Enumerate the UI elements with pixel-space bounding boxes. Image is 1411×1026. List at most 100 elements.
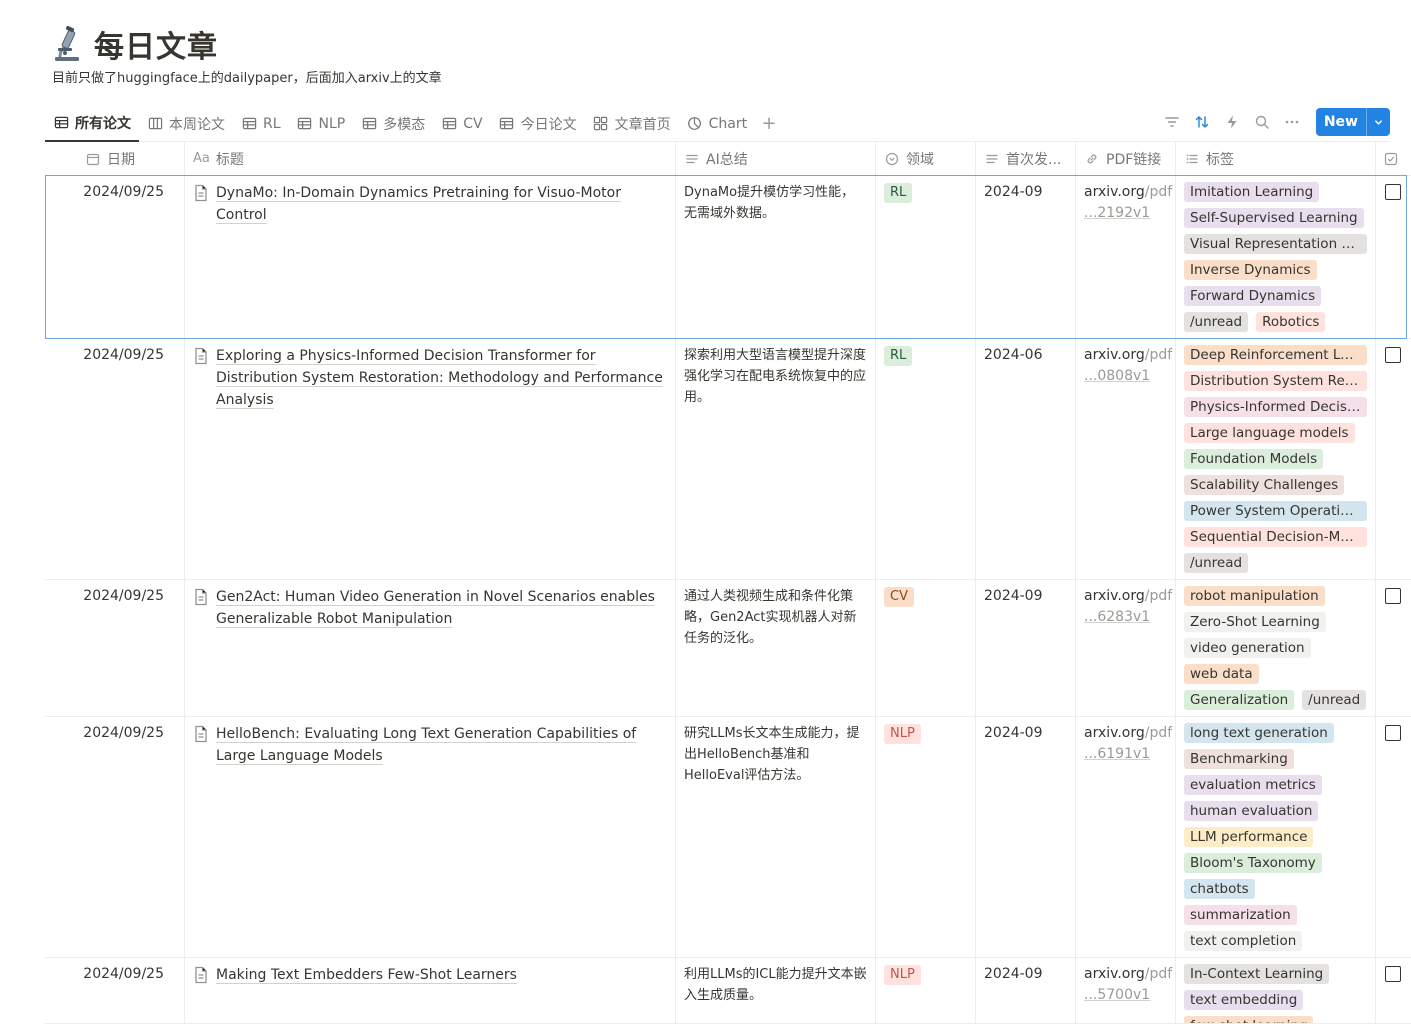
title-cell[interactable]: Gen2Act: Human Video Generation in Novel… xyxy=(185,580,676,716)
chevron-down-icon[interactable] xyxy=(1366,108,1390,136)
first-published-cell[interactable]: 2024-09 xyxy=(976,580,1076,716)
done-checkbox[interactable] xyxy=(1385,588,1401,604)
automation-icon[interactable] xyxy=(1218,108,1246,136)
paper-title-link[interactable]: Making Text Embedders Few-Shot Learners xyxy=(216,964,517,986)
first-published-value: 2024-09 xyxy=(984,184,1043,200)
date-cell[interactable]: 2024/09/25 xyxy=(45,580,185,716)
column-header-area[interactable]: 领域 xyxy=(876,142,976,175)
table-row[interactable]: 2024/09/25 Gen2Act: Human Video Generati… xyxy=(45,580,1411,717)
title-cell[interactable]: Exploring a Physics-Informed Decision Tr… xyxy=(185,339,676,579)
microscope-icon[interactable] xyxy=(52,25,82,62)
pdf-link[interactable]: arxiv.org/pdf ...2192v1 xyxy=(1084,182,1172,224)
tags-cell[interactable]: Imitation Learning Self-Supervised Learni… xyxy=(1176,176,1376,338)
board-icon xyxy=(147,116,163,132)
column-header-checkbox[interactable] xyxy=(1376,142,1411,175)
ai-summary-cell[interactable]: 通过人类视频生成和条件化策略，Gen2Act实现机器人对新任务的泛化。 xyxy=(676,580,876,716)
column-header-title[interactable]: Aa 标题 xyxy=(185,142,676,175)
pdf-link-cell[interactable]: arxiv.org/pdf ...6283v1 xyxy=(1076,580,1176,716)
checkbox-cell[interactable] xyxy=(1376,176,1411,338)
checkbox-cell[interactable] xyxy=(1376,339,1411,579)
done-checkbox[interactable] xyxy=(1385,347,1401,363)
column-header-date[interactable]: 日期 xyxy=(45,142,185,175)
column-header-first[interactable]: 首次发... xyxy=(976,142,1076,175)
ai-summary-text: 研究LLMs长文本生成能力，提出HelloBench基准和HelloEval评估… xyxy=(684,726,860,783)
done-checkbox[interactable] xyxy=(1385,966,1401,982)
pdf-link[interactable]: arxiv.org/pdf ...5700v1 xyxy=(1084,964,1172,1006)
paper-title-link[interactable]: HelloBench: Evaluating Long Text Generat… xyxy=(216,723,667,767)
paper-title-link[interactable]: Exploring a Physics-Informed Decision Tr… xyxy=(216,345,667,411)
pdf-link-cell[interactable]: arxiv.org/pdf ...5700v1 xyxy=(1076,958,1176,1023)
title-cell[interactable]: HelloBench: Evaluating Long Text Generat… xyxy=(185,717,676,957)
tags-cell[interactable]: In-Context Learning text embedding few-sho… xyxy=(1176,958,1376,1023)
table-row[interactable]: 2024/09/25 Making Text Embedders Few-Sho… xyxy=(45,958,1411,1024)
ai-summary-cell[interactable]: 利用LLMs的ICL能力提升文本嵌入生成质量。 xyxy=(676,958,876,1023)
more-icon[interactable] xyxy=(1278,108,1306,136)
tab-view[interactable]: NLP xyxy=(289,106,354,142)
table-row[interactable]: 2024/09/25 HelloBench: Evaluating Long T… xyxy=(45,717,1411,958)
tab-view[interactable]: 所有论文 xyxy=(45,106,139,142)
checkbox-cell[interactable] xyxy=(1376,717,1411,957)
area-cell[interactable]: CV xyxy=(876,580,976,716)
paper-title-link[interactable]: DynaMo: In-Domain Dynamics Pretraining f… xyxy=(216,182,667,226)
link-icon xyxy=(1084,151,1100,167)
sort-icon[interactable] xyxy=(1188,108,1216,136)
first-published-cell[interactable]: 2024-09 xyxy=(976,958,1076,1023)
pdf-link-cell[interactable]: arxiv.org/pdf ...0808v1 xyxy=(1076,339,1176,579)
tab-view[interactable]: 多模态 xyxy=(353,106,433,142)
new-button-label[interactable]: New xyxy=(1316,108,1366,136)
checkbox-cell[interactable] xyxy=(1376,958,1411,1023)
column-header-pdf[interactable]: PDF链接 xyxy=(1076,142,1176,175)
pdf-link-cell[interactable]: arxiv.org/pdf ...2192v1 xyxy=(1076,176,1176,338)
pdf-link[interactable]: arxiv.org/pdf ...6283v1 xyxy=(1084,586,1172,628)
tags-cell[interactable]: robot manipulation Zero-Shot Learning vide… xyxy=(1176,580,1376,716)
tags-cell[interactable]: long text generation Benchmarking evaluati… xyxy=(1176,717,1376,957)
page-description[interactable]: 目前只做了huggingface上的dailypaper，后面加入arxiv上的… xyxy=(52,67,442,86)
table-row[interactable]: 2024/09/25 Exploring a Physics-Informed … xyxy=(45,339,1411,580)
pdf-path: /pdf xyxy=(1144,184,1173,200)
add-view-icon[interactable]: + xyxy=(757,112,781,136)
tags-cell[interactable]: Deep Reinforcement Lea... Distribution Sy… xyxy=(1176,339,1376,579)
pdf-path: /pdf xyxy=(1144,725,1173,741)
tag-chip: Distribution System Rest... xyxy=(1184,371,1367,391)
tag-chip: Zero-Shot Learning xyxy=(1184,612,1326,632)
ai-summary-cell[interactable]: 研究LLMs长文本生成能力，提出HelloBench基准和HelloEval评估… xyxy=(676,717,876,957)
pdf-link-cell[interactable]: arxiv.org/pdf ...6191v1 xyxy=(1076,717,1176,957)
column-header-tags[interactable]: 标签 xyxy=(1176,142,1376,175)
tab-view[interactable]: Chart xyxy=(679,106,755,142)
paper-title-link[interactable]: Gen2Act: Human Video Generation in Novel… xyxy=(216,586,667,630)
date-cell[interactable]: 2024/09/25 xyxy=(45,958,185,1023)
area-cell[interactable]: NLP xyxy=(876,717,976,957)
date-cell[interactable]: 2024/09/25 xyxy=(45,717,185,957)
column-header-ai[interactable]: AI总结 xyxy=(676,142,876,175)
tab-view[interactable]: 今日论文 xyxy=(491,106,585,142)
date-cell[interactable]: 2024/09/25 xyxy=(45,339,185,579)
area-cell[interactable]: RL xyxy=(876,176,976,338)
new-button[interactable]: New xyxy=(1315,108,1390,136)
tab-view[interactable]: CV xyxy=(433,106,490,142)
tab-view[interactable]: 文章首页 xyxy=(585,106,679,142)
table-row[interactable]: 2024/09/25 DynaMo: In-Domain Dynamics Pr… xyxy=(45,175,1411,339)
area-cell[interactable]: RL xyxy=(876,339,976,579)
page-title[interactable]: 每日文章 xyxy=(94,22,218,66)
title-cell[interactable]: Making Text Embedders Few-Shot Learners xyxy=(185,958,676,1023)
checkbox-cell[interactable] xyxy=(1376,580,1411,716)
tags-list: In-Context Learning text embedding few-sho… xyxy=(1184,964,1367,1023)
tab-view[interactable]: 本周论文 xyxy=(139,106,233,142)
pdf-link[interactable]: arxiv.org/pdf ...6191v1 xyxy=(1084,723,1172,765)
done-checkbox[interactable] xyxy=(1385,725,1401,741)
tag-chip: robot manipulation xyxy=(1184,586,1325,606)
date-cell[interactable]: 2024/09/25 xyxy=(45,176,185,338)
pdf-link[interactable]: arxiv.org/pdf ...0808v1 xyxy=(1084,345,1172,387)
first-published-cell[interactable]: 2024-09 xyxy=(976,717,1076,957)
ai-summary-cell[interactable]: DynaMo提升模仿学习性能，无需域外数据。 xyxy=(676,176,876,338)
tab-view[interactable]: RL xyxy=(233,106,289,142)
first-published-cell[interactable]: 2024-09 xyxy=(976,176,1076,338)
done-checkbox[interactable] xyxy=(1385,184,1401,200)
filter-icon[interactable] xyxy=(1158,108,1186,136)
title-cell[interactable]: DynaMo: In-Domain Dynamics Pretraining f… xyxy=(185,176,676,338)
area-cell[interactable]: NLP xyxy=(876,958,976,1023)
date-value: 2024/09/25 xyxy=(83,184,164,200)
search-icon[interactable] xyxy=(1248,108,1276,136)
first-published-cell[interactable]: 2024-06 xyxy=(976,339,1076,579)
ai-summary-cell[interactable]: 探索利用大型语言模型提升深度强化学习在配电系统恢复中的应用。 xyxy=(676,339,876,579)
